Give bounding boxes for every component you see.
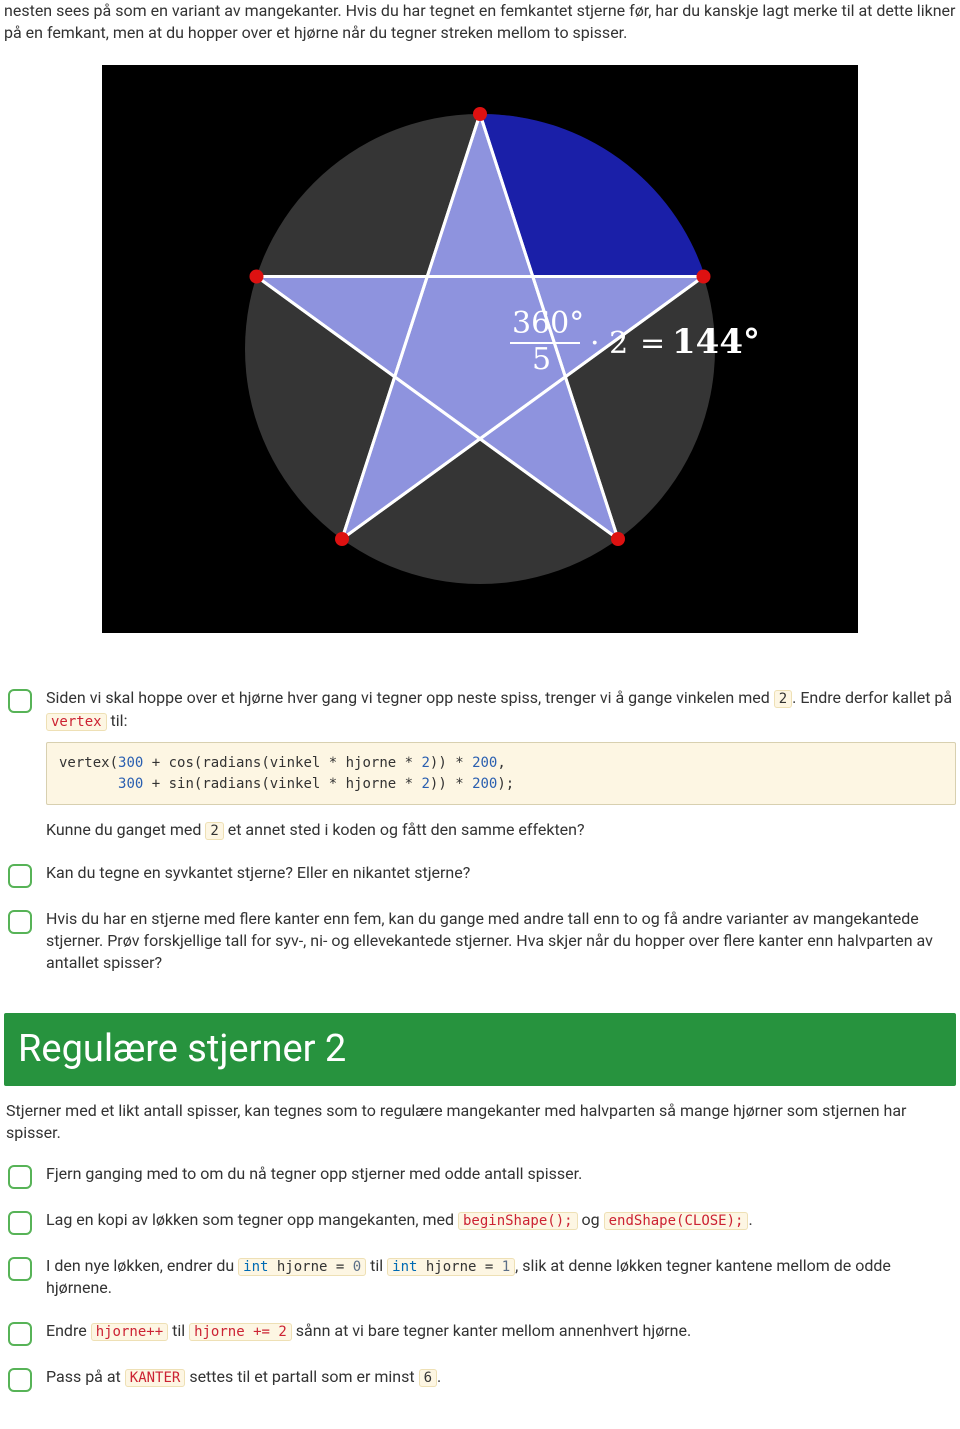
- inline-code: int hjorne = 0: [238, 1258, 366, 1276]
- task-text: og: [578, 1210, 604, 1229]
- inline-code: hjorne++: [91, 1323, 168, 1341]
- inline-code: int hjorne = 1: [387, 1258, 515, 1276]
- task-text: til: [168, 1321, 189, 1340]
- checkbox[interactable]: [8, 1211, 32, 1235]
- inline-code: 6: [419, 1369, 437, 1387]
- task-text: sånn at vi bare tegner kanter mellom ann…: [292, 1321, 691, 1340]
- checkbox[interactable]: [8, 1257, 32, 1281]
- task-text: Hvis du har en stjerne med flere kanter …: [46, 908, 956, 975]
- task-item: Pass på at KANTER settes til et partall …: [4, 1358, 956, 1400]
- inline-code: hjorne += 2: [189, 1323, 292, 1341]
- formula-mul: · 2: [590, 326, 628, 361]
- checkbox[interactable]: [8, 864, 32, 888]
- task-text: Kunne du ganget med: [46, 820, 205, 839]
- task-item: I den nye løkken, endrer du int hjorne =…: [4, 1247, 956, 1308]
- checkbox[interactable]: [8, 1322, 32, 1346]
- formula-denominator: 5: [532, 342, 551, 377]
- task-text: .: [437, 1367, 441, 1386]
- formula-result: 144°: [672, 322, 760, 362]
- task-text: til: [366, 1256, 387, 1275]
- task-item: Kan du tegne en syvkantet stjerne? Eller…: [4, 854, 956, 896]
- formula-numerator: 360°: [512, 306, 584, 341]
- inline-code: beginShape();: [458, 1212, 578, 1230]
- intro-paragraph: nesten sees på som en variant av mangeka…: [4, 0, 956, 45]
- inline-code: vertex: [46, 713, 107, 731]
- checkbox[interactable]: [8, 1165, 32, 1189]
- task-text: Pass på at: [46, 1367, 125, 1386]
- task-text: Endre: [46, 1321, 91, 1340]
- star-diagram: 360° 5 · 2 = 144°: [102, 65, 858, 633]
- task-item: Siden vi skal hoppe over et hjørne hver …: [4, 679, 956, 849]
- inline-code: 2: [205, 822, 223, 840]
- task-text: et annet sted i koden og fått den samme …: [224, 820, 585, 839]
- inline-code: endShape(CLOSE);: [604, 1212, 749, 1230]
- task-item: Lag en kopi av løkken som tegner opp man…: [4, 1201, 956, 1243]
- task-item: Hvis du har en stjerne med flere kanter …: [4, 900, 956, 983]
- checkbox[interactable]: [8, 689, 32, 713]
- task-text: Kan du tegne en syvkantet stjerne? Eller…: [46, 862, 956, 884]
- task-item: Endre hjorne++ til hjorne += 2 sånn at v…: [4, 1312, 956, 1354]
- section-intro: Stjerner med et likt antall spisser, kan…: [4, 1100, 956, 1145]
- task-text: Fjern ganging med to om du nå tegner opp…: [46, 1163, 956, 1185]
- task-text: Siden vi skal hoppe over et hjørne hver …: [46, 688, 774, 707]
- section-heading: Regulære stjerner 2: [4, 1013, 956, 1086]
- code-block: vertex(300 + cos(radians(vinkel * hjorne…: [46, 742, 956, 805]
- formula-eq: =: [640, 326, 665, 361]
- checkbox[interactable]: [8, 910, 32, 934]
- task-item: Fjern ganging med to om du nå tegner opp…: [4, 1155, 956, 1197]
- inline-code: KANTER: [125, 1369, 186, 1387]
- inline-code: 2: [774, 690, 792, 708]
- task-text: I den nye løkken, endrer du: [46, 1256, 238, 1275]
- task-text: til:: [107, 711, 128, 730]
- task-text: Lag en kopi av løkken som tegner opp man…: [46, 1210, 458, 1229]
- task-text: .: [748, 1210, 752, 1229]
- checkbox[interactable]: [8, 1368, 32, 1392]
- task-text: . Endre derfor kallet på: [792, 688, 952, 707]
- task-text: settes til et partall som er minst: [185, 1367, 418, 1386]
- diagram-container: 360° 5 · 2 = 144°: [4, 65, 956, 639]
